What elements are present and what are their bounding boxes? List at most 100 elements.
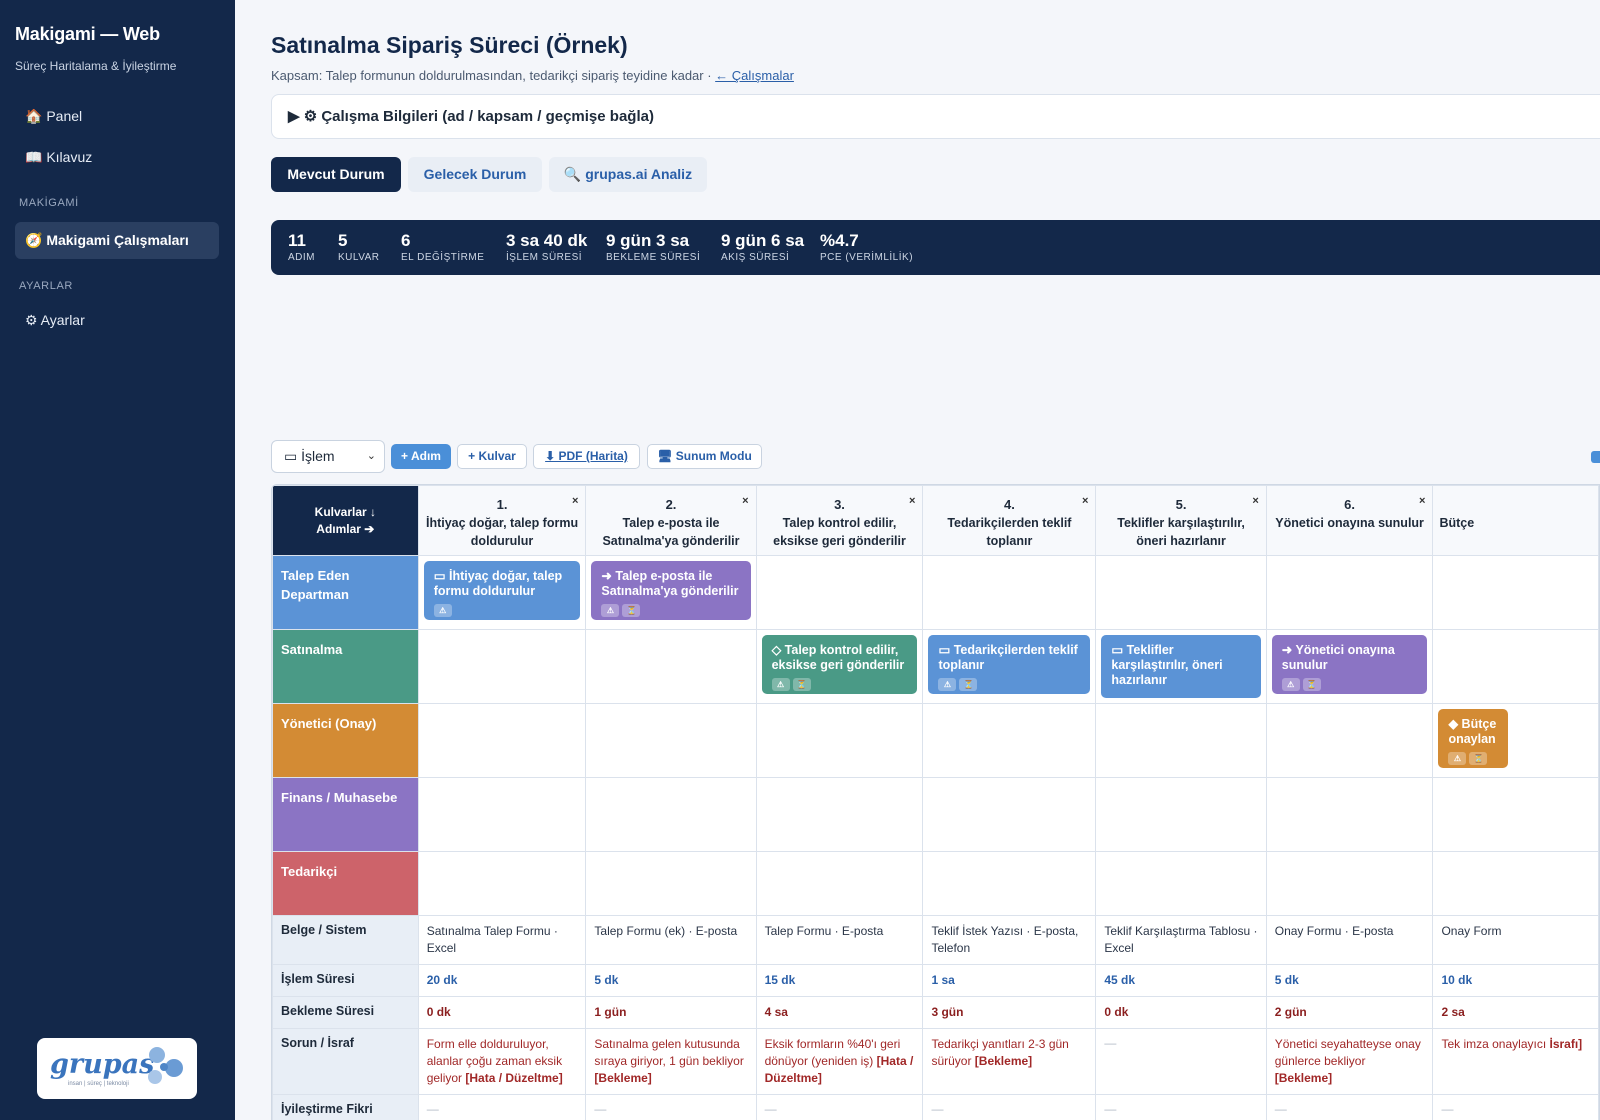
step-card[interactable]: ▭ Teklifler karşılaştırılır, öneri hazır… (1101, 635, 1261, 698)
delete-step-icon[interactable]: × (1082, 492, 1088, 510)
grid-cell[interactable] (922, 555, 1097, 630)
step-card[interactable]: ◆ Bütçe onaylan ⚠ ⏳ (1438, 709, 1509, 768)
step-card[interactable]: ➜ Talep e-posta ile Satınalma'ya gönderi… (591, 561, 751, 620)
wait-cell[interactable]: 0 dk (1095, 996, 1267, 1029)
improve-cell[interactable]: — (922, 1094, 1097, 1120)
proc-cell[interactable]: 10 dk (1432, 964, 1599, 997)
grid-cell[interactable] (1265, 777, 1434, 852)
improve-cell[interactable]: — (1265, 1094, 1434, 1120)
grid-cell[interactable] (1095, 851, 1267, 916)
wait-cell[interactable]: 4 sa (755, 996, 924, 1029)
grid-cell[interactable] (922, 777, 1097, 852)
wait-cell[interactable]: 1 gün (585, 996, 757, 1029)
grid-cell[interactable]: ▭ İhtiyaç doğar, talep formu doldurulur ⚠ (417, 555, 587, 630)
add-step-button[interactable]: + Adım (391, 444, 451, 469)
grid-cell[interactable]: ◇ Talep kontrol edilir, eksikse geri gön… (755, 629, 924, 704)
lane-label[interactable]: Finans / Muhasebe (272, 777, 419, 852)
grid-cell[interactable] (755, 703, 924, 778)
grid-cell[interactable] (1432, 851, 1599, 916)
improve-cell[interactable]: — (1095, 1094, 1267, 1120)
grid-cell[interactable] (417, 629, 587, 704)
grid-cell[interactable] (755, 851, 924, 916)
grid-cell[interactable] (585, 851, 757, 916)
step-header[interactable]: 6. × Yönetici onayına sunulur (1265, 485, 1434, 556)
doc-cell[interactable]: Onay Form (1432, 915, 1599, 965)
add-lane-button[interactable]: + Kulvar (457, 444, 527, 469)
step-card[interactable]: ▭ Tedarikçilerden teklif toplanır ⚠ ⏳ (928, 635, 1091, 694)
doc-cell[interactable]: Talep Formu (ek) · E-posta (585, 915, 757, 965)
wait-cell[interactable]: 2 gün (1265, 996, 1434, 1029)
doc-cell[interactable]: Teklif Karşılaştırma Tablosu · Excel (1095, 915, 1267, 965)
delete-step-icon[interactable]: × (572, 492, 578, 510)
lane-label[interactable]: Tedarikçi (272, 851, 419, 916)
pdf-export-button[interactable]: ⬇ PDF (Harita) (533, 444, 640, 469)
step-card[interactable]: ◇ Talep kontrol edilir, eksikse geri gön… (761, 635, 918, 694)
step-header[interactable]: 5. × Teklifler karşılaştırılır, öneri hazı… (1095, 485, 1267, 556)
problem-cell[interactable]: — (1095, 1028, 1267, 1095)
delete-step-icon[interactable]: × (1252, 492, 1258, 510)
doc-cell[interactable]: Onay Formu · E-posta (1265, 915, 1434, 965)
proc-cell[interactable]: 5 dk (585, 964, 757, 997)
sidebar-item-studies[interactable]: 🧭 Makigami Çalışmaları (15, 222, 219, 259)
tab-future-state[interactable]: Gelecek Durum (408, 157, 542, 192)
step-header[interactable]: 4. × Tedarikçilerden teklif toplanır (922, 485, 1097, 556)
step-card[interactable]: ➜ Yönetici onayına sunulur ⚠ ⏳ (1271, 635, 1428, 694)
lane-label[interactable]: Talep Eden Departman (272, 555, 419, 630)
problem-cell[interactable]: Tedarikçi yanıtları 2-3 gün sürüyor [Bek… (922, 1028, 1097, 1095)
step-card[interactable]: ▭ İhtiyaç doğar, talep formu doldurulur ⚠ (423, 561, 581, 620)
proc-cell[interactable]: 45 dk (1095, 964, 1267, 997)
sidebar-item-settings[interactable]: ⚙ Ayarlar (15, 302, 219, 339)
grid-cell[interactable] (1432, 629, 1599, 704)
grid-cell[interactable]: ▭ Tedarikçilerden teklif toplanır ⚠ ⏳ (922, 629, 1097, 704)
grid-cell[interactable] (585, 777, 757, 852)
proc-cell[interactable]: 15 dk (755, 964, 924, 997)
grid-cell[interactable] (585, 703, 757, 778)
grid-cell[interactable] (755, 555, 924, 630)
wait-cell[interactable]: 2 sa (1432, 996, 1599, 1029)
grid-cell[interactable]: ➜ Talep e-posta ile Satınalma'ya gönderi… (585, 555, 757, 630)
grid-cell[interactable] (1265, 703, 1434, 778)
grid-cell[interactable] (417, 777, 587, 852)
grid-cell[interactable] (417, 851, 587, 916)
grid-cell[interactable] (1095, 777, 1267, 852)
proc-cell[interactable]: 1 sa (922, 964, 1097, 997)
wait-cell[interactable]: 0 dk (417, 996, 587, 1029)
problem-cell[interactable]: Form elle dolduruluyor, alanlar çoğu zam… (417, 1028, 587, 1095)
step-header[interactable]: 3. × Talep kontrol edilir, eksikse geri gö… (755, 485, 924, 556)
proc-cell[interactable]: 5 dk (1265, 964, 1434, 997)
grid-cell[interactable] (585, 629, 757, 704)
tab-current-state[interactable]: Mevcut Durum (271, 157, 401, 192)
improve-cell[interactable]: — (585, 1094, 757, 1120)
grid-cell[interactable]: ▭ Teklifler karşılaştırılır, öneri hazır… (1095, 629, 1267, 704)
grid-cell[interactable] (1265, 555, 1434, 630)
grid-cell[interactable] (755, 777, 924, 852)
step-header[interactable]: 1. × İhtiyaç doğar, talep formu doldurulur (417, 485, 587, 556)
problem-cell[interactable]: Satınalma gelen kutusunda sıraya giriyor… (585, 1028, 757, 1095)
delete-step-icon[interactable]: × (909, 492, 915, 510)
doc-cell[interactable]: Talep Formu · E-posta (755, 915, 924, 965)
lane-label[interactable]: Yönetici (Onay) (272, 703, 419, 778)
grid-cell[interactable] (417, 703, 587, 778)
problem-cell[interactable]: Tek imza onaylayıcı İsrafı] (1432, 1028, 1599, 1095)
study-info-toggle[interactable]: ▶ ⚙ Çalışma Bilgileri (ad / kapsam / geç… (271, 94, 1600, 139)
delete-step-icon[interactable]: × (1419, 492, 1425, 510)
lane-label[interactable]: Satınalma (272, 629, 419, 704)
horizontal-scroll-indicator[interactable] (1591, 451, 1600, 463)
improve-cell[interactable]: — (755, 1094, 924, 1120)
grid-cell[interactable] (1432, 555, 1599, 630)
problem-cell[interactable]: Eksik formların %40'ı geri dönüyor (yeni… (755, 1028, 924, 1095)
sidebar-item-guide[interactable]: 📖 Kılavuz (15, 139, 219, 176)
doc-cell[interactable]: Teklif İstek Yazısı · E-posta, Telefon (922, 915, 1097, 965)
delete-step-icon[interactable]: × (742, 492, 748, 510)
step-type-select[interactable]: ▭ İşlem ⌄ (271, 440, 385, 473)
wait-cell[interactable]: 3 gün (922, 996, 1097, 1029)
step-header[interactable]: 2. × Talep e-posta ile Satınalma'ya gönder… (585, 485, 757, 556)
doc-cell[interactable]: Satınalma Talep Formu · Excel (417, 915, 587, 965)
grid-cell[interactable] (1095, 703, 1267, 778)
grid-cell[interactable] (1265, 851, 1434, 916)
presentation-mode-button[interactable]: 🖥 Sunum Modu (647, 444, 762, 469)
grid-cell[interactable] (1095, 555, 1267, 630)
grid-cell[interactable] (922, 851, 1097, 916)
grid-cell[interactable]: ◆ Bütçe onaylan ⚠ ⏳ (1432, 703, 1599, 778)
tab-ai-analysis[interactable]: 🔍 grupas.ai Analiz (549, 157, 707, 192)
